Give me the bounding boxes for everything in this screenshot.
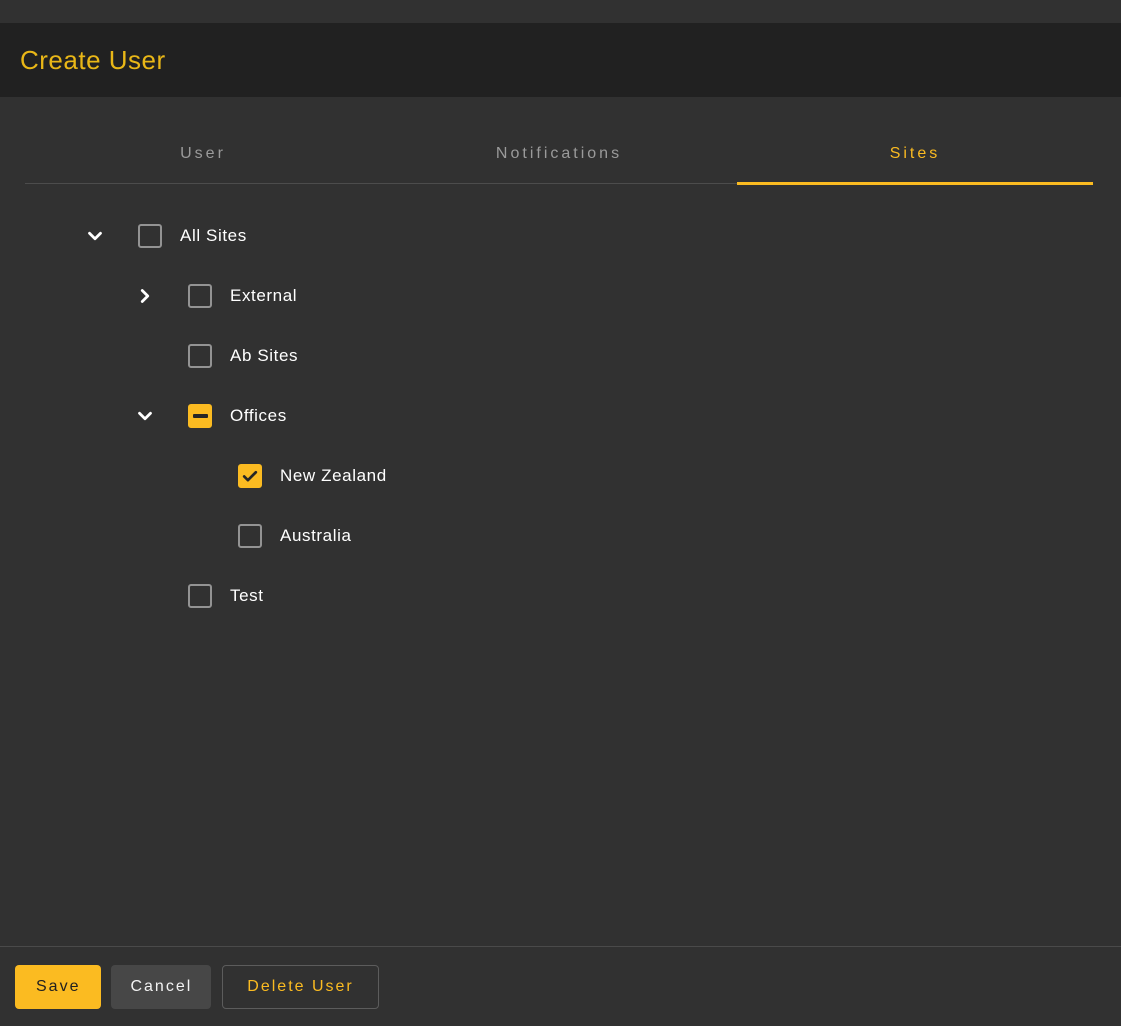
- tab-bar: User Notifications Sites: [25, 97, 1093, 185]
- australia-checkbox[interactable]: [238, 524, 262, 548]
- external-checkbox[interactable]: [188, 284, 212, 308]
- tree-item-ab-sites: Ab Sites: [0, 326, 1121, 386]
- tree-item-label: Ab Sites: [230, 346, 299, 365]
- tree-item-australia: Australia: [0, 506, 1121, 566]
- tree-item-label: All Sites: [180, 226, 247, 245]
- dialog-content: User Notifications Sites All Sites External…: [0, 97, 1121, 946]
- tree-item-offices: Offices: [0, 386, 1121, 446]
- offices-checkbox[interactable]: [188, 404, 212, 428]
- tree-item-label: External: [230, 286, 298, 305]
- sites-tree: All Sites External Ab Sites Offices New Zeal…: [0, 206, 1121, 626]
- page-title: Create User: [20, 44, 166, 75]
- tab-sites[interactable]: Sites: [737, 97, 1093, 185]
- cancel-button[interactable]: Cancel: [111, 964, 212, 1009]
- save-button[interactable]: Save: [15, 964, 102, 1009]
- new-zealand-checkbox[interactable]: [238, 464, 262, 488]
- test-checkbox[interactable]: [188, 584, 212, 608]
- dialog-footer: Save Cancel Delete User: [0, 946, 1121, 1026]
- tab-notifications[interactable]: Notifications: [381, 97, 737, 183]
- tree-item-test: Test: [0, 566, 1121, 626]
- page-background-strip: [0, 0, 1121, 23]
- chevron-down-icon[interactable]: [133, 404, 157, 428]
- tree-item-label: New Zealand: [280, 466, 387, 485]
- tree-item-external: External: [0, 266, 1121, 326]
- all-sites-checkbox[interactable]: [138, 224, 162, 248]
- delete-user-button[interactable]: Delete User: [222, 964, 379, 1009]
- chevron-right-icon[interactable]: [133, 284, 157, 308]
- tab-user[interactable]: User: [25, 97, 381, 183]
- tree-item-new-zealand: New Zealand: [0, 446, 1121, 506]
- dialog-header: Create User: [0, 23, 1121, 97]
- chevron-down-icon[interactable]: [83, 224, 107, 248]
- tree-item-label: Test: [230, 586, 264, 605]
- tree-item-label: Offices: [230, 406, 287, 425]
- create-user-dialog: Create User User Notifications Sites All S…: [0, 0, 1121, 1026]
- ab-sites-checkbox[interactable]: [188, 344, 212, 368]
- tree-item-all-sites: All Sites: [0, 206, 1121, 266]
- tree-item-label: Australia: [280, 526, 352, 545]
